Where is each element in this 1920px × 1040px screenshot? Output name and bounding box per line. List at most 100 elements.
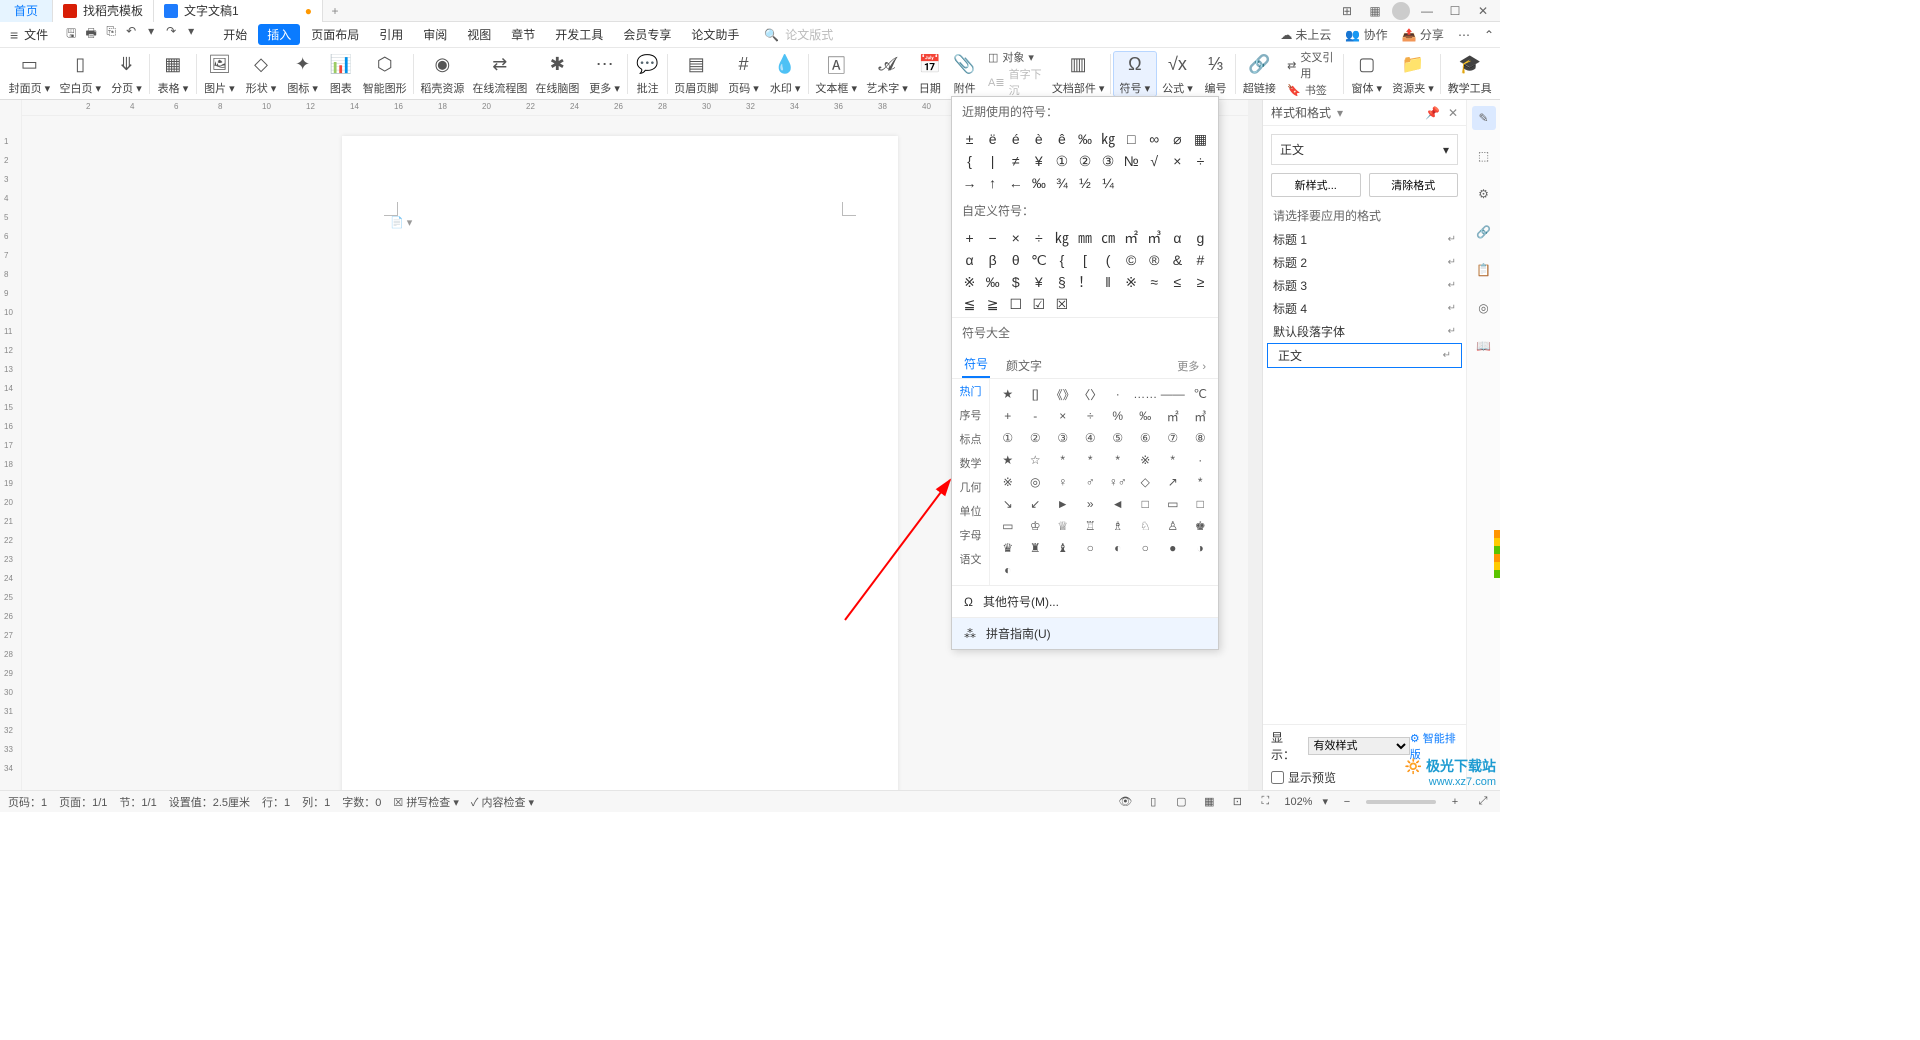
symbol-#[interactable]: # <box>1189 249 1212 271</box>
symbol-‰[interactable]: ‰ <box>1132 405 1160 427</box>
symbol-√[interactable]: √ <box>1143 150 1166 172</box>
sym-cat-6[interactable]: 字母 <box>952 523 989 547</box>
symbol-♀♂[interactable]: ♀♂ <box>1104 471 1132 493</box>
zoom-slider[interactable] <box>1366 800 1436 804</box>
menu-dev[interactable]: 开发工具 <box>546 24 612 45</box>
rb-link[interactable]: 🔗超链接 <box>1238 52 1282 96</box>
symbol-⑤[interactable]: ⑤ <box>1104 427 1132 449</box>
symbol-%[interactable]: % <box>1104 405 1132 427</box>
symbol-○[interactable]: ○ <box>1132 537 1160 559</box>
current-style[interactable]: 正文▾ <box>1271 134 1458 165</box>
layout-icon[interactable]: ⊞ <box>1336 2 1358 20</box>
symbol-☒[interactable]: ☒ <box>1050 293 1073 315</box>
symbol-*[interactable]: * <box>1159 449 1187 471</box>
symbol-※[interactable]: ※ <box>1120 271 1143 293</box>
symbol-▭[interactable]: ▭ <box>994 515 1022 537</box>
sym-cat-5[interactable]: 单位 <box>952 499 989 523</box>
symbol-★[interactable]: ★ <box>994 383 1022 405</box>
symbol-②[interactable]: ② <box>1073 150 1096 172</box>
rail-select-icon[interactable]: ⬚ <box>1472 144 1496 168</box>
rb-pic[interactable]: 🖼图片 ▾ <box>199 52 241 96</box>
symbol-*[interactable]: * <box>1077 449 1105 471</box>
symbol-◐[interactable]: ◐ <box>1104 537 1132 559</box>
new-style-button[interactable]: 新样式... <box>1271 173 1361 197</box>
symbol-©[interactable]: © <box>1120 249 1143 271</box>
symbol-([interactable]: ( <box>1097 249 1120 271</box>
symbol-∞[interactable]: ∞ <box>1143 128 1166 150</box>
rail-circle-icon[interactable]: ◎ <box>1472 296 1496 320</box>
show-select[interactable]: 有效样式 <box>1308 737 1410 755</box>
symbol-≠[interactable]: ≠ <box>1004 150 1027 172</box>
symbol-※[interactable]: ※ <box>958 271 981 293</box>
symbol-㎜[interactable]: ㎜ <box>1073 227 1096 249</box>
symbol-♛[interactable]: ♛ <box>994 537 1022 559</box>
symbol-♙[interactable]: ♙ <box>1159 515 1187 537</box>
print-icon[interactable]: 🖶 <box>84 24 98 45</box>
preview-icon[interactable]: ⎘ <box>104 24 118 45</box>
symbol-|[interactable]: | <box>981 150 1004 172</box>
symbol-[][interactable]: [] <box>1022 383 1050 405</box>
zoom-value[interactable]: 102% <box>1284 796 1312 808</box>
file-menu[interactable]: 文件 <box>24 26 48 43</box>
tab-template[interactable]: 找稻壳模板 <box>53 0 154 22</box>
rb-object[interactable]: ◫ 对象 ▾ <box>988 49 1042 65</box>
symbol-○[interactable]: ○ <box>1077 537 1105 559</box>
symbol-α[interactable]: α <box>1166 227 1189 249</box>
symbol-⑥[interactable]: ⑥ <box>1132 427 1160 449</box>
symbol-㎝[interactable]: ㎝ <box>1097 227 1120 249</box>
undo-icon[interactable]: ↶ <box>124 24 138 45</box>
style-item-1[interactable]: 标题 2↵ <box>1263 251 1466 274</box>
collapse-ribbon[interactable]: ⌃ <box>1484 28 1494 42</box>
menu-vip[interactable]: 会员专享 <box>614 24 680 45</box>
avatar[interactable] <box>1392 2 1410 20</box>
fullscreen-icon[interactable]: ⤢ <box>1474 795 1492 808</box>
apps-icon[interactable]: ▦ <box>1364 2 1386 20</box>
symbol-※[interactable]: ※ <box>1132 449 1160 471</box>
sym-tab-symbol[interactable]: 符号 <box>962 351 990 378</box>
rb-pagenum[interactable]: #页码 ▾ <box>723 52 765 96</box>
symbol-[[interactable]: [ <box>1073 249 1096 271</box>
sym-cat-1[interactable]: 序号 <box>952 403 989 427</box>
symbol-{[interactable]: { <box>958 150 981 172</box>
symbol-⌀[interactable]: ⌀ <box>1166 128 1189 150</box>
symbol-③[interactable]: ③ <box>1097 150 1120 172</box>
rb-formula[interactable]: √x公式 ▾ <box>1157 52 1199 96</box>
view-outline-icon[interactable]: ⊡ <box>1228 795 1246 808</box>
symbol-℃[interactable]: ℃ <box>1027 249 1050 271</box>
rb-number[interactable]: ⅓编号 <box>1198 52 1232 96</box>
symbol-♚[interactable]: ♚ <box>1187 515 1215 537</box>
symbol-《》[interactable]: 《》 <box>1049 383 1077 405</box>
symbol-+[interactable]: + <box>958 227 981 249</box>
coop-link[interactable]: 👥 协作 <box>1345 26 1387 43</box>
symbol-㎡[interactable]: ㎡ <box>1159 405 1187 427</box>
symbol-◑[interactable]: ◑ <box>1187 537 1215 559</box>
symbol-♘[interactable]: ♘ <box>1132 515 1160 537</box>
rb-docpart[interactable]: ▥文档部件 ▾ <box>1048 52 1108 96</box>
symbol-㎏[interactable]: ㎏ <box>1097 128 1120 150</box>
symbol-¾[interactable]: ¾ <box>1050 172 1073 194</box>
redo-icon[interactable]: ↷ <box>164 24 178 45</box>
menu-insert[interactable]: 插入 <box>258 24 300 45</box>
symbol-‰[interactable]: ‰ <box>1073 128 1096 150</box>
tab-home[interactable]: 首页 <box>0 0 53 22</box>
symbol-①[interactable]: ① <box>1050 150 1073 172</box>
symbol-×[interactable]: × <box>1004 227 1027 249</box>
symbol-℃[interactable]: ℃ <box>1187 383 1215 405</box>
symbol-÷[interactable]: ÷ <box>1077 405 1105 427</box>
symbol-№[interactable]: № <box>1120 150 1143 172</box>
symbol-☆[interactable]: ☆ <box>1022 449 1050 471</box>
symbol-〈〉[interactable]: 〈〉 <box>1077 383 1105 405</box>
symbol-★[interactable]: ★ <box>994 449 1022 471</box>
symbol-▦[interactable]: ▦ <box>1189 128 1212 150</box>
rb-watermark[interactable]: 💧水印 ▾ <box>764 52 806 96</box>
rb-xref[interactable]: ⇄ 交叉引用 <box>1287 49 1335 81</box>
symbol-㎥[interactable]: ㎥ <box>1187 405 1215 427</box>
symbol-§[interactable]: § <box>1050 271 1073 293</box>
symbol-□[interactable]: □ <box>1187 493 1215 515</box>
symbol-♜[interactable]: ♜ <box>1022 537 1050 559</box>
tab-document[interactable]: 文字文稿1● <box>154 0 323 22</box>
menu-layout[interactable]: 页面布局 <box>302 24 368 45</box>
symbol-♂[interactable]: ♂ <box>1077 471 1105 493</box>
rb-chart[interactable]: 📊图表 <box>323 52 358 96</box>
more-menu[interactable]: ⋯ <box>1458 28 1470 42</box>
